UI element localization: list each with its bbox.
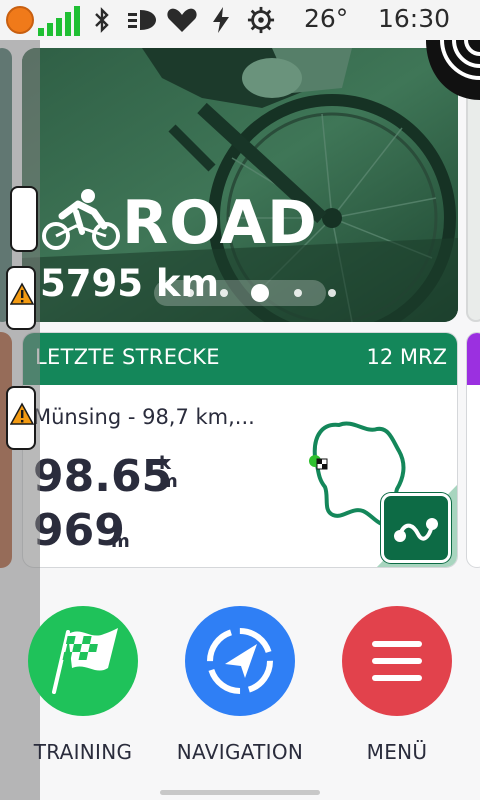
gear-icon xyxy=(247,6,275,34)
heart-icon xyxy=(167,8,197,32)
route-card-title: LETZTE STRECKE xyxy=(35,345,220,369)
warning-icon xyxy=(10,402,34,425)
status-bar: 26° 16:30 xyxy=(0,0,480,40)
warning-indicator[interactable] xyxy=(6,266,36,330)
sport-title: ROAD xyxy=(122,188,318,258)
pager-dot[interactable] xyxy=(294,289,302,297)
carousel-pager[interactable] xyxy=(154,280,336,306)
warning-icon xyxy=(10,282,34,305)
headlight-icon xyxy=(128,10,156,30)
temperature-readout: 26° xyxy=(304,4,349,33)
sport-profile-card[interactable]: ROAD 5795 km xyxy=(22,48,458,322)
clock: 16:30 xyxy=(378,4,451,33)
pager-dot-active[interactable] xyxy=(251,284,269,302)
navigation-label[interactable]: NAVIGATION xyxy=(160,740,320,764)
route-icon xyxy=(394,518,438,542)
road-bike-icon xyxy=(42,189,120,250)
hamburger-menu-icon xyxy=(372,641,422,681)
pager-dot[interactable] xyxy=(328,289,336,297)
route-distance-unit: km xyxy=(159,453,178,492)
menu-button[interactable] xyxy=(342,606,452,716)
training-label[interactable]: TRAINING xyxy=(3,740,163,764)
menu-label[interactable]: MENÜ xyxy=(317,740,477,764)
route-elevation-unit: m xyxy=(111,531,130,552)
pager-dot[interactable] xyxy=(220,289,228,297)
home-indicator[interactable] xyxy=(160,790,320,795)
route-name: Münsing - 98,7 km,... xyxy=(33,405,255,429)
signal-bars-icon xyxy=(38,6,80,36)
route-date: 12 MRZ xyxy=(366,345,448,369)
finish-flag-icon xyxy=(316,458,328,470)
last-route-card[interactable]: LETZTE STRECKE 12 MRZ Münsing - 98,7 km,… xyxy=(22,332,458,568)
pager-dot[interactable] xyxy=(186,289,194,297)
side-panel-handle[interactable] xyxy=(10,186,38,252)
route-card-header: LETZTE STRECKE 12 MRZ xyxy=(23,333,457,385)
training-button[interactable] xyxy=(28,606,138,716)
bolt-icon xyxy=(213,7,229,33)
checkered-flag-icon xyxy=(52,628,118,694)
route-open-button[interactable] xyxy=(381,493,451,563)
navigation-button[interactable] xyxy=(185,606,295,716)
compass-arrow-icon xyxy=(207,628,273,694)
orange-dot-icon xyxy=(6,6,34,34)
next-card-peek-2[interactable] xyxy=(466,332,480,568)
warning-indicator[interactable] xyxy=(6,386,36,450)
bluetooth-icon xyxy=(95,7,109,33)
connection-signal-icon xyxy=(426,40,480,100)
route-distance-value: 98.65 xyxy=(33,451,173,502)
